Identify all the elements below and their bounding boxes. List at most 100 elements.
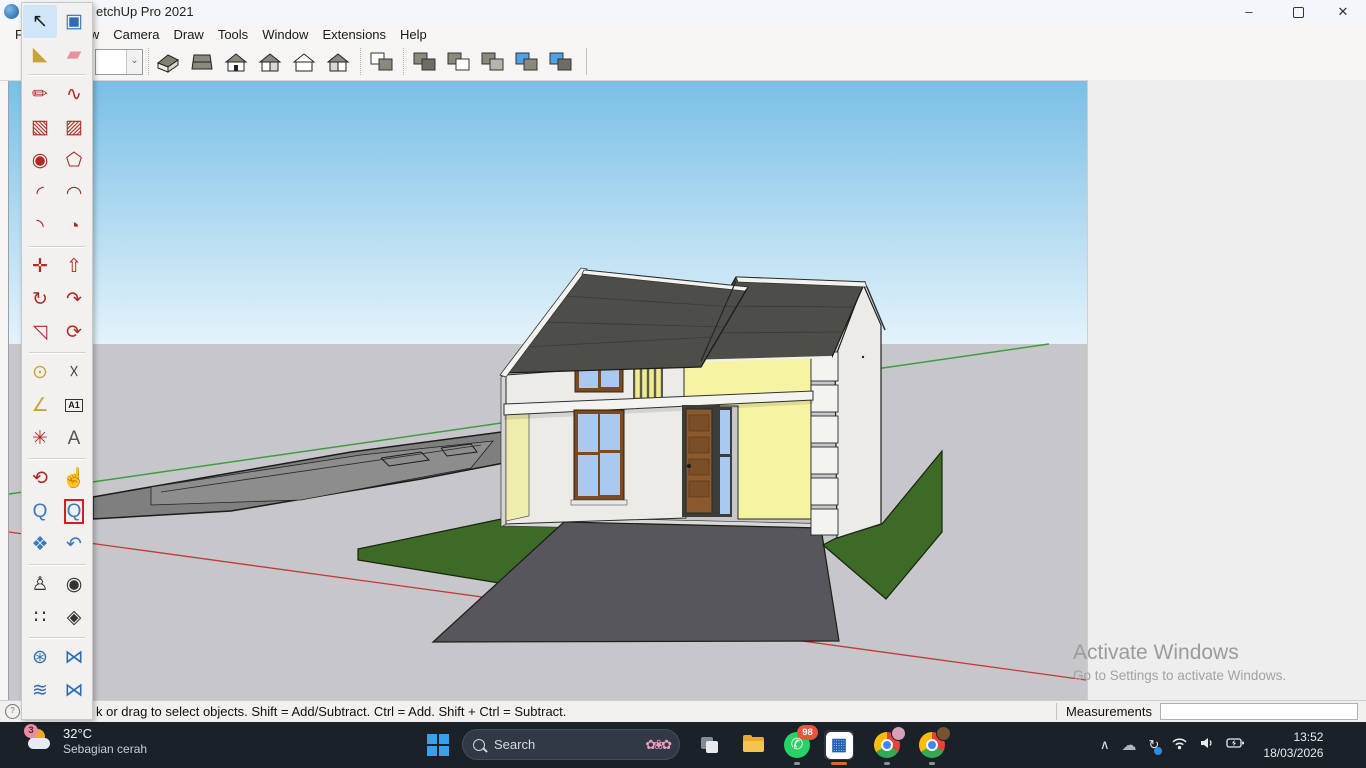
tool-zoom-window-icon: Q: [67, 502, 82, 521]
model-viewport[interactable]: [8, 80, 1088, 700]
cloud-icon: [28, 738, 50, 749]
tool-line-button[interactable]: ✏: [23, 78, 57, 111]
solid-tool-outer-shell-button[interactable]: [367, 47, 397, 76]
tool-arc-button[interactable]: ◜: [23, 177, 57, 210]
house-left-edge[interactable]: [501, 375, 506, 527]
start-button[interactable]: [426, 733, 450, 757]
sketchup-taskbar-button[interactable]: ▦: [824, 730, 854, 760]
tool-position-camera-button[interactable]: ♙: [23, 568, 57, 601]
tool-ext-layers-button[interactable]: ≋: [23, 674, 57, 707]
view-top-button[interactable]: [187, 47, 217, 76]
task-view-button[interactable]: [694, 730, 724, 760]
tool-protractor-button[interactable]: ∠: [23, 389, 57, 422]
main-window-pane: [578, 455, 598, 496]
menu-item-camera[interactable]: Camera: [106, 27, 166, 42]
tool-ext-component-icon: ⊛: [32, 648, 48, 667]
solid-tool-subtract-button[interactable]: [478, 47, 508, 76]
menu-item-extensions[interactable]: Extensions: [315, 27, 393, 42]
chevron-down-icon[interactable]: ⌄: [126, 50, 142, 74]
view-back-button[interactable]: [289, 47, 319, 76]
geolocation-icon[interactable]: ?: [5, 704, 20, 719]
palette-separator: [23, 71, 91, 78]
window-sill: [571, 500, 627, 505]
taskbar-weather-widget[interactable]: 3 32°C Sebagian cerah: [26, 726, 147, 756]
tool-section-plane-button[interactable]: ◈: [57, 601, 91, 634]
tool-position-camera-icon: ♙: [31, 575, 48, 594]
tool-circle-button[interactable]: ◉: [23, 144, 57, 177]
tool-zoom-extents-button[interactable]: ❖: [23, 528, 57, 561]
tool-zoom-window-button[interactable]: Q: [57, 495, 91, 528]
tool-axes-button[interactable]: ✳: [23, 422, 57, 455]
solid-tool-split-button[interactable]: [546, 47, 576, 76]
whatsapp-button[interactable]: ✆ 98: [782, 730, 812, 760]
menu-item-window[interactable]: Window: [255, 27, 315, 42]
tool-push-pull-button[interactable]: ⇧: [57, 250, 91, 283]
measurements-input[interactable]: [1160, 703, 1358, 720]
tool-freehand-icon: ∿: [66, 85, 82, 104]
tool-scale-button[interactable]: ◹: [23, 316, 57, 349]
tool-rotated-rectangle-button[interactable]: ▨: [57, 111, 91, 144]
house-left-wing-wall[interactable]: [506, 412, 529, 521]
tool-orbit-button[interactable]: ⟲: [23, 462, 57, 495]
tool-offset-button[interactable]: ⟳: [57, 316, 91, 349]
taskbar-search[interactable]: Search ✿❀✿: [462, 729, 680, 760]
tool-three-point-arc-button[interactable]: ◝: [23, 210, 57, 243]
tool-eraser-button[interactable]: ▰: [57, 38, 91, 71]
main-window[interactable]: [571, 410, 627, 505]
tool-3d-text-button[interactable]: A: [57, 422, 91, 455]
battery-icon[interactable]: [1226, 736, 1245, 755]
tool-make-component-button[interactable]: ▣: [57, 5, 91, 38]
tool-dimension-button[interactable]: ☓: [57, 356, 91, 389]
tool-circle-icon: ◉: [32, 151, 49, 170]
tool-follow-me-button[interactable]: ↷: [57, 283, 91, 316]
front-door[interactable]: [682, 405, 732, 517]
view-left-button[interactable]: [323, 47, 353, 76]
tool-paint-bucket-button[interactable]: ◣: [23, 38, 57, 71]
chrome-profile-badge: [891, 726, 906, 741]
file-explorer-button[interactable]: [738, 730, 768, 760]
tool-ext-flip-2-button[interactable]: ⋈: [57, 674, 91, 707]
view-iso-button[interactable]: [153, 47, 183, 76]
hidden-icons-chevron[interactable]: ∧: [1100, 737, 1110, 753]
tool-polygon-button[interactable]: ⬠: [57, 144, 91, 177]
tool-move-button[interactable]: ✛: [23, 250, 57, 283]
tool-text-button[interactable]: A1: [57, 389, 91, 422]
onedrive-cloud-icon[interactable]: ☁: [1122, 736, 1137, 754]
chrome-profile-2-button[interactable]: [917, 730, 947, 760]
solid-tool-union-button[interactable]: [444, 47, 474, 76]
tool-pie-button[interactable]: ◔: [57, 210, 91, 243]
menu-item-help[interactable]: Help: [393, 27, 434, 42]
tool-freehand-button[interactable]: ∿: [57, 78, 91, 111]
tool-walk-button[interactable]: ∷: [23, 601, 57, 634]
update-sync-icon[interactable]: ↻: [1149, 737, 1160, 753]
wifi-icon[interactable]: [1171, 736, 1188, 755]
chrome-profile-1-button[interactable]: [872, 730, 902, 760]
solid-tool-trim-button[interactable]: [512, 47, 542, 76]
taskbar-clock[interactable]: 13:52 18/03/2026: [1263, 729, 1323, 761]
tool-tape-measure-button[interactable]: ⊙: [23, 356, 57, 389]
menu-item-tools[interactable]: Tools: [211, 27, 255, 42]
tool-two-point-arc-button[interactable]: ◠: [57, 177, 91, 210]
tool-zoom-button[interactable]: Q: [23, 495, 57, 528]
tool-rotate-button[interactable]: ↻: [23, 283, 57, 316]
tool-pan-button[interactable]: ☝: [57, 462, 91, 495]
door-panel: [689, 437, 709, 453]
minimize-button[interactable]: –: [1232, 3, 1266, 21]
door-panel: [689, 481, 709, 497]
tool-select-button[interactable]: ↖: [23, 5, 57, 38]
view-right-button[interactable]: [255, 47, 285, 76]
tool-zoom-extents-icon: ❖: [31, 535, 48, 554]
large-tool-set-palette: ↖▣◣▰✏∿▧▨◉⬠◜◠◝◔✛⇧↻↷◹⟳⊙☓∠A1✳A⟲☝QQ❖↶♙◉∷◈⊛⋈≋…: [21, 2, 93, 720]
close-button[interactable]: ✕: [1326, 3, 1360, 21]
tool-look-around-button[interactable]: ◉: [57, 568, 91, 601]
tool-ext-component-button[interactable]: ⊛: [23, 641, 57, 674]
tool-rectangle-button[interactable]: ▧: [23, 111, 57, 144]
speaker-icon[interactable]: [1200, 736, 1214, 755]
toolbar-combobox[interactable]: ⌄: [95, 49, 143, 75]
tool-ext-flip-button[interactable]: ⋈: [57, 641, 91, 674]
tool-previous-button[interactable]: ↶: [57, 528, 91, 561]
solid-tool-intersect-button[interactable]: [410, 47, 440, 76]
menu-item-draw[interactable]: Draw: [166, 27, 210, 42]
view-front-button[interactable]: [221, 47, 251, 76]
quoin: [811, 447, 838, 474]
